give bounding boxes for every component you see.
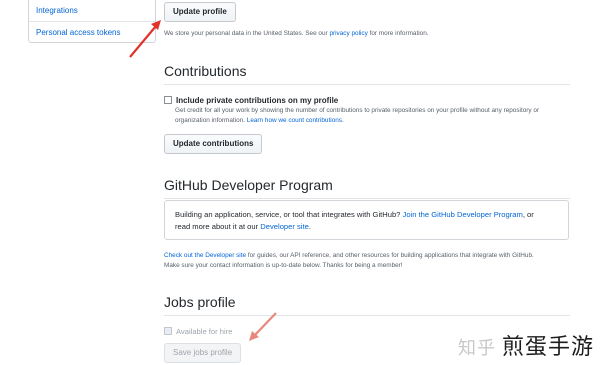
annotation-arrows [129,20,277,341]
watermark-faint-text: 知乎 [457,338,496,359]
watermark-text: 煎蛋手游 [501,335,594,360]
watermark: 知乎 煎蛋手游 [458,329,594,361]
arrow-update-profile-icon [129,20,161,58]
arrow-jobs-profile-icon [249,312,277,341]
